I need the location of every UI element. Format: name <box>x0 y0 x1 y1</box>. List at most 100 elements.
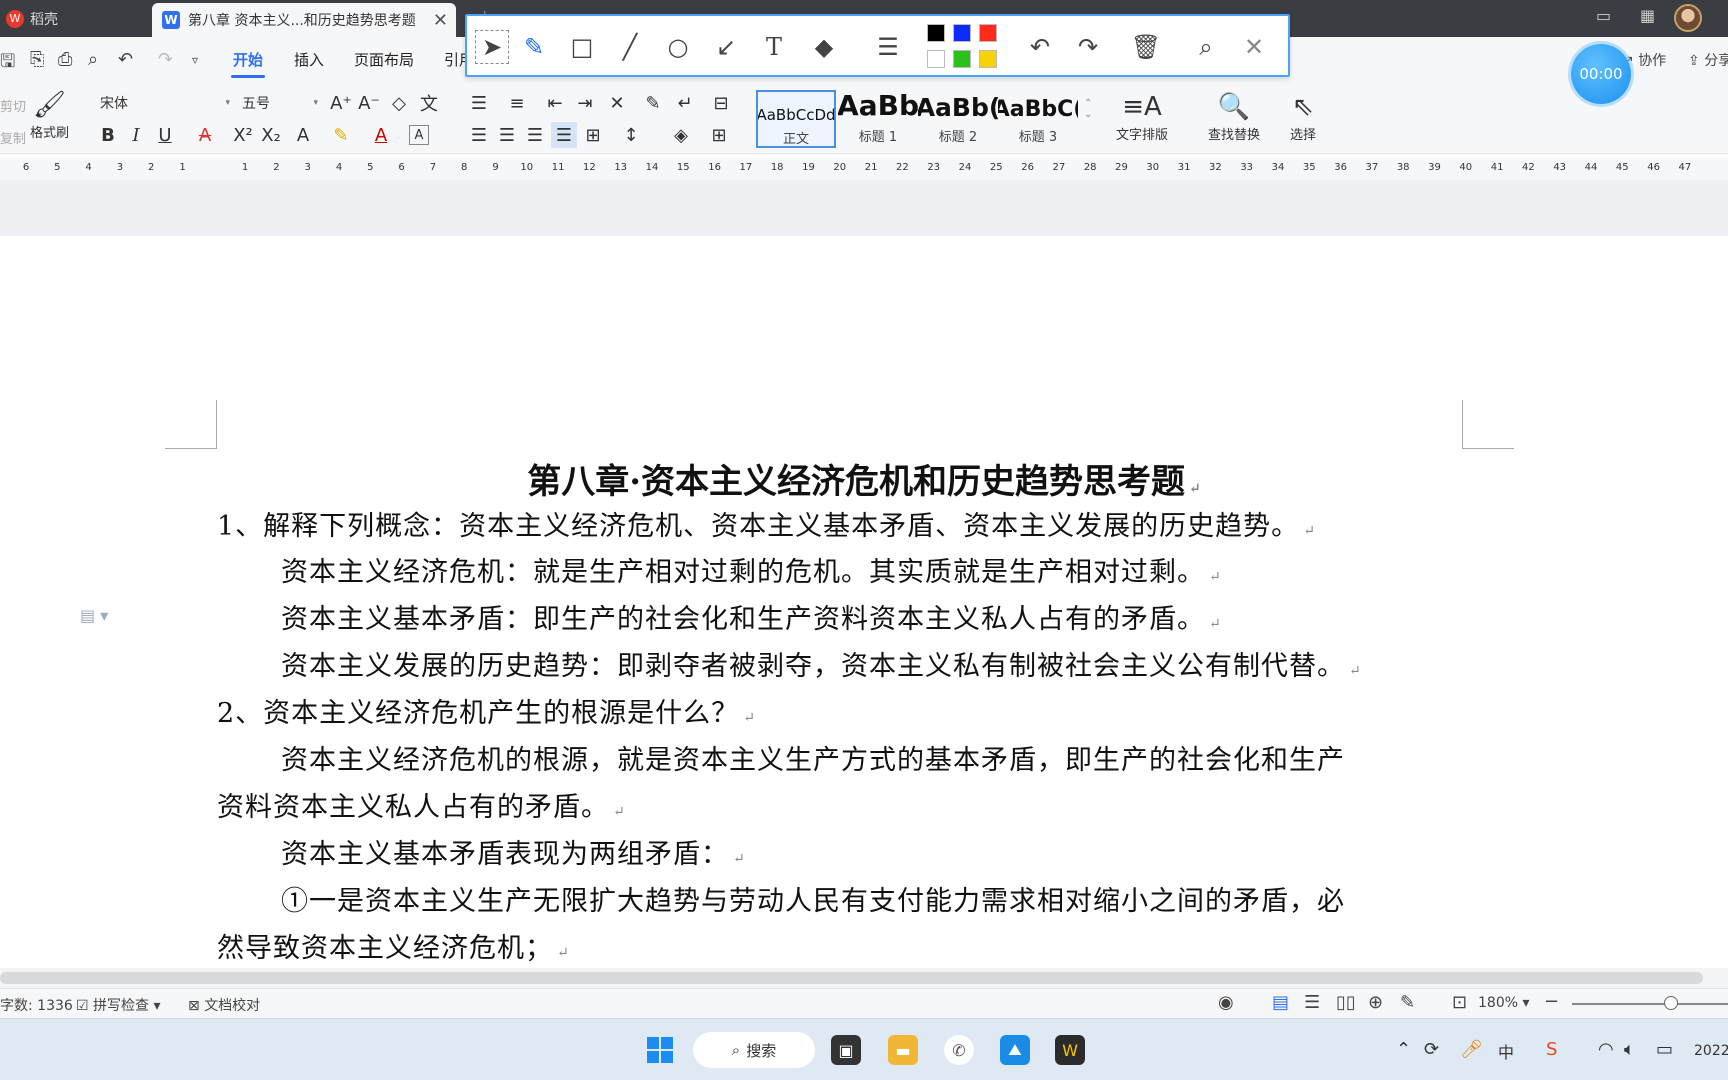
eraser-tool-icon[interactable]: ◆ <box>807 30 841 64</box>
strikethrough-icon[interactable]: A <box>192 122 218 148</box>
phone-app-icon[interactable]: ✆ <box>944 1035 974 1065</box>
bullet-list-icon[interactable]: ☰ <box>466 90 492 116</box>
line-break-icon[interactable]: ↵ <box>672 90 698 116</box>
phonetic-guide-icon[interactable]: 文 <box>416 90 442 116</box>
align-right-icon[interactable]: ☰ <box>522 122 548 148</box>
zoom-out-icon[interactable]: − <box>1544 991 1559 1012</box>
tab-docer[interactable]: W 稻壳 <box>0 0 150 37</box>
chinese-layout-icon[interactable]: ✕ <box>604 90 630 116</box>
menu-home[interactable]: 开始 <box>230 49 266 78</box>
text-layout-button[interactable]: ≡A 文字排版 <box>1116 90 1168 143</box>
clock-year[interactable]: 2022 <box>1694 1043 1728 1059</box>
styles-scroll-icon[interactable]: ⌃ ⌄ <box>1084 98 1092 120</box>
italic-icon[interactable]: I <box>123 122 149 148</box>
subscript-icon[interactable]: X₂ <box>258 122 284 148</box>
char-border-icon[interactable]: A <box>409 125 429 145</box>
find-replace-button[interactable]: 🔍 查找替换 <box>1208 90 1260 143</box>
export-icon[interactable]: ⎘ <box>30 49 44 70</box>
color-swatch-blue[interactable] <box>953 24 971 42</box>
write-mode-icon[interactable]: ✎ <box>1400 992 1415 1013</box>
start-icon[interactable] <box>645 1035 675 1065</box>
page-view-icon[interactable]: ▤ <box>1272 992 1289 1013</box>
select-button[interactable]: ⇖ 选择 <box>1290 90 1316 143</box>
word-count[interactable]: 字数: 1336 <box>0 995 73 1015</box>
undo-draw-icon[interactable]: ↶ <box>1023 30 1057 64</box>
redo-icon[interactable]: ↷ <box>158 49 173 70</box>
doc-nav-icon[interactable]: ▤ ▾ <box>80 606 108 625</box>
grow-font-icon[interactable]: A⁺ <box>328 90 354 116</box>
zoom-search-icon[interactable]: ⌕ <box>1189 30 1223 64</box>
undo-icon[interactable]: ↶ <box>118 49 133 70</box>
style-heading-2[interactable]: AaBb( 标题 2 <box>918 90 998 148</box>
clear-format-icon[interactable]: ◇ <box>386 90 412 116</box>
bold-icon[interactable]: B <box>95 122 121 148</box>
share-button[interactable]: ⇪ 分享 <box>1688 50 1728 70</box>
menu-page-layout[interactable]: 页面布局 <box>354 49 414 70</box>
stroke-width-icon[interactable]: ☰ <box>871 30 905 64</box>
wifi-icon[interactable]: ◠ <box>1598 1039 1614 1060</box>
cut-button[interactable]: 剪切 <box>0 96 26 115</box>
doc-proof-button[interactable]: ⊠ 文档校对 <box>188 995 260 1015</box>
taskbar-search[interactable]: ⌕ 搜索 <box>693 1032 815 1068</box>
outline-view-icon[interactable]: ☰ <box>1304 992 1320 1013</box>
distribute-icon[interactable]: ⊞ <box>580 122 606 148</box>
horizontal-scrollbar[interactable] <box>0 968 1728 988</box>
text-tool-icon[interactable]: T <box>757 30 791 64</box>
color-swatch-yellow[interactable] <box>979 50 997 68</box>
decrease-indent-icon[interactable]: ⇤ <box>542 90 568 116</box>
fit-page-icon[interactable]: ⊡ <box>1452 992 1467 1013</box>
volume-icon[interactable]: 🔈︎ <box>1624 1039 1635 1060</box>
color-swatch-black[interactable] <box>927 24 945 42</box>
eye-protect-icon[interactable]: ◉ <box>1218 992 1234 1013</box>
font-color-icon[interactable]: A <box>368 122 394 148</box>
trash-icon[interactable]: 🗑 <box>1129 30 1163 64</box>
ime-indicator[interactable]: 中 <box>1498 1039 1514 1063</box>
web-view-icon[interactable]: ⊕ <box>1368 992 1383 1013</box>
microphone-icon[interactable]: 🎤︎ <box>1460 1039 1483 1060</box>
underline-icon[interactable]: U <box>152 122 178 148</box>
format-painter-button[interactable]: 🖌 格式刷 <box>30 88 69 141</box>
table-tools-icon[interactable]: ⊟ <box>708 90 734 116</box>
color-swatch-red[interactable] <box>979 24 997 42</box>
shading-icon[interactable]: ◈ <box>668 122 694 148</box>
font-name-select[interactable]: 宋体 ▾ <box>93 90 235 116</box>
ellipse-tool-icon[interactable]: ○ <box>661 30 695 64</box>
sync-icon[interactable]: ⟳ <box>1424 1039 1439 1060</box>
color-swatch-white[interactable] <box>927 50 945 68</box>
style-heading-3[interactable]: AaBbC( 标题 3 <box>998 90 1078 148</box>
document-page[interactable]: ▤ ▾ 第八章·资本主义经济危机和历史趋势思考题 ↵ 1、解释下列概念：资本主义经… <box>0 236 1728 969</box>
arrow-tool-icon[interactable]: ↙ <box>709 30 743 64</box>
style-heading-1[interactable]: AaBb 标题 1 <box>838 90 918 148</box>
justify-icon[interactable]: ☰ <box>551 122 577 148</box>
more-dropdown-icon[interactable]: ▿ <box>192 53 198 67</box>
avatar[interactable] <box>1674 4 1702 32</box>
numbered-list-icon[interactable]: ≡ <box>504 90 530 116</box>
reading-view-icon[interactable]: ▯▯ <box>1336 992 1356 1013</box>
zoom-slider-knob[interactable] <box>1664 996 1678 1010</box>
color-swatch-green[interactable] <box>953 50 971 68</box>
borders-icon[interactable]: ⊞ <box>706 122 732 148</box>
superscript-icon[interactable]: X² <box>230 122 256 148</box>
zoom-slider-track[interactable] <box>1572 1003 1728 1005</box>
sogou-icon[interactable]: S <box>1546 1039 1557 1060</box>
tab-document[interactable]: W 第八章 资本主义...和历史趋势思考题 ✕ <box>152 3 456 37</box>
battery-icon[interactable]: ▭ <box>1656 1039 1673 1060</box>
file-explorer-icon[interactable]: ▬ <box>888 1035 918 1065</box>
rectangle-tool-icon[interactable]: □ <box>565 30 599 64</box>
record-timer[interactable]: 00:00 <box>1571 44 1631 104</box>
align-left-icon[interactable]: ☰ <box>466 122 492 148</box>
close-toolbar-icon[interactable]: ✕ <box>1237 30 1271 64</box>
horizontal-ruler[interactable]: 6 5 4 3 2 1 1 2 3 4 5 6 7 8 9 10 11 12 13 14 15 16 17 18 19 20 21 2… <box>0 158 1728 180</box>
line-tool-icon[interactable]: ╱ <box>613 30 647 64</box>
save-icon[interactable]: 🖫 <box>0 49 15 79</box>
shrink-font-icon[interactable]: A⁻ <box>356 90 382 116</box>
pointer-tool-icon[interactable]: ➤ <box>475 30 509 64</box>
wps-taskbar-icon[interactable]: W <box>1055 1035 1085 1065</box>
print-icon[interactable]: ⎙ <box>58 49 72 70</box>
font-size-select[interactable]: 五号 ▾ <box>235 90 323 116</box>
style-normal[interactable]: AaBbCcDd 正文 <box>756 90 836 148</box>
redo-draw-icon[interactable]: ↷ <box>1071 30 1105 64</box>
increase-indent-icon[interactable]: ⇥ <box>572 90 598 116</box>
zoom-level[interactable]: 180% ▾ <box>1478 995 1530 1011</box>
layout-icon[interactable]: ▭ <box>1596 6 1611 25</box>
